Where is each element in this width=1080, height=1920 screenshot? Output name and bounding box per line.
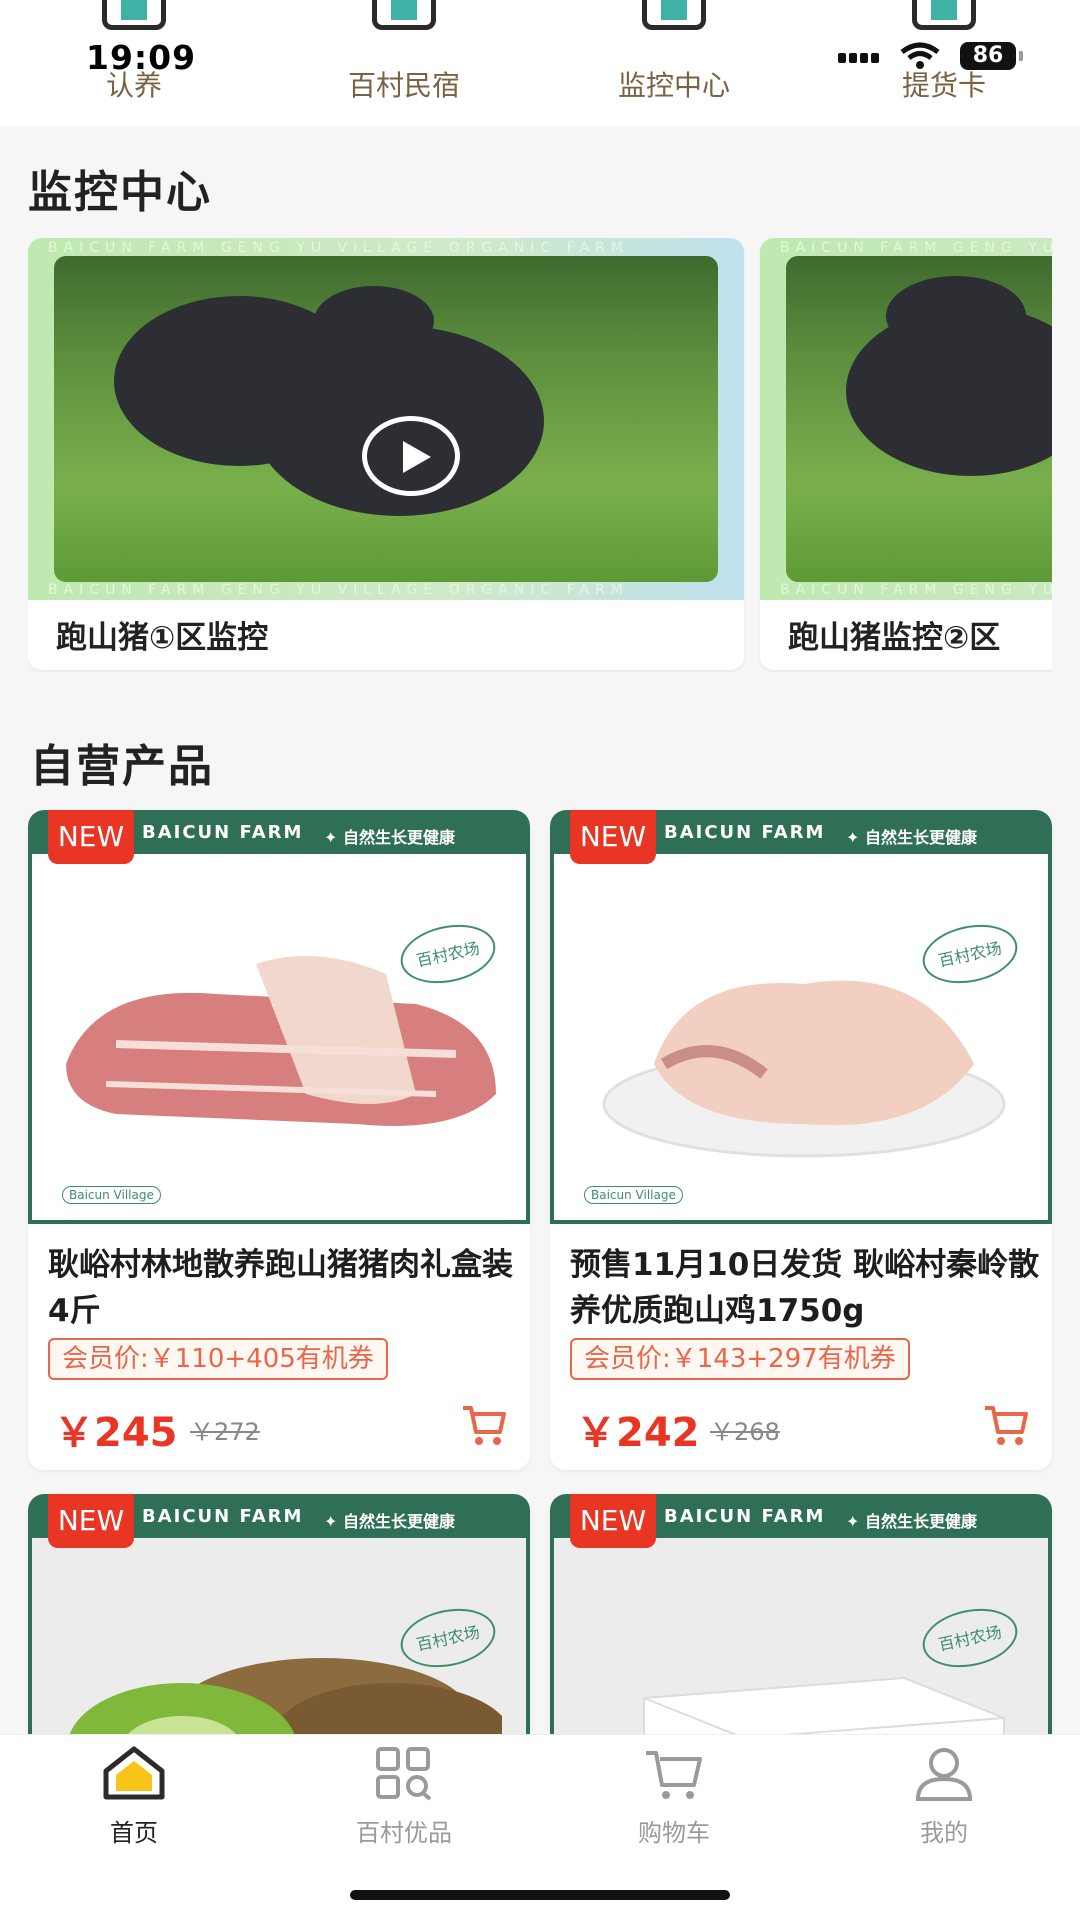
tab-label: 我的 [920, 1819, 968, 1847]
monitor-card[interactable]: BAICUN FARM GENG YU VILLAGE ORGANIC FARM… [760, 238, 1052, 670]
battery-indicator: 86 [960, 42, 1023, 70]
tab-label: 购物车 [638, 1819, 710, 1847]
tab-cart[interactable]: 购物车 [574, 1735, 774, 1855]
tab-label: 百村优品 [356, 1819, 452, 1847]
add-to-cart-icon[interactable] [460, 1402, 508, 1448]
monitor-video-frame: BAICUN FARM GENG YU VILLAGE ORGANIC FARM… [760, 238, 1052, 600]
frame-text: BAICUN FARM GENG YU VILLAGE ORGANIC FARM [780, 582, 1052, 598]
product-price: ￥245 [54, 1410, 178, 1456]
tab-home[interactable]: 首页 [34, 1735, 234, 1855]
frame-text: BAICUN FARM GENG YU VILLAGE ORGANIC FARM [780, 240, 1052, 256]
product-photo: 百村农场 Baicun Village [32, 854, 526, 1220]
monitor-card[interactable]: BAICUN FARM GENG YU VILLAGE ORGANIC FARM… [28, 238, 744, 670]
original-price: ￥268 [710, 1418, 780, 1446]
cart-icon [646, 1751, 702, 1799]
camera-icon [642, 0, 706, 30]
add-to-cart-icon[interactable] [982, 1402, 1030, 1448]
member-price-tag: 会员价:￥110+405有机券 [48, 1338, 388, 1380]
brand-slogan: ✦ 自然生长更健康 [846, 828, 977, 847]
monitor-carousel[interactable]: BAICUN FARM GENG YU VILLAGE ORGANIC FARM… [28, 238, 1052, 672]
frame-text: BAICUN FARM GENG YU VILLAGE ORGANIC FARM [48, 582, 629, 598]
pork-illustration [66, 956, 496, 1126]
monitor-video-thumbnail[interactable] [54, 256, 718, 582]
brand-label: BAICUN FARM [664, 1506, 826, 1527]
product-image[interactable]: BAICUN FARM ✦ 自然生长更健康 百村农场 Baicun Villag… [550, 810, 1052, 1224]
new-badge: NEW [48, 810, 134, 864]
frame-text: BAICUN FARM GENG YU VILLAGE ORGANIC FARM [48, 240, 629, 256]
house-icon [372, 0, 436, 30]
pig-shape [886, 276, 1026, 356]
monitor-card-title: 跑山猪监控②区 [788, 620, 1001, 656]
monitor-video-thumbnail[interactable] [786, 256, 1052, 582]
monitor-video-frame: BAICUN FARM GENG YU VILLAGE ORGANIC FARM… [28, 238, 744, 600]
product-card[interactable]: BAICUN FARM ✦ 自然生长更健康 百村农场 Baicun Villag… [550, 810, 1052, 1470]
wifi-icon [900, 42, 940, 69]
products-heading: 自营产品 [30, 741, 214, 792]
new-badge: NEW [48, 1494, 134, 1548]
product-image[interactable]: BAICUN FARM ✦ 自然生长更健康 百村农场 Baicun Villag… [28, 810, 530, 1224]
monitor-card-title: 跑山猪①区监控 [56, 620, 269, 656]
new-badge: NEW [570, 810, 656, 864]
member-price-tag: 会员价:￥143+297有机券 [570, 1338, 910, 1380]
status-time: 19:09 [86, 38, 197, 77]
product-card[interactable]: BAICUN FARM ✦ 自然生长更健康 百村农场 NEW [28, 1494, 530, 1754]
chicken-illustration [602, 980, 1006, 1158]
product-image[interactable]: BAICUN FARM ✦ 自然生长更健康 百村农场 NEW [28, 1494, 530, 1754]
product-photo: 百村农场 Baicun Village [554, 854, 1048, 1220]
product-card[interactable]: BAICUN FARM ✦ 自然生长更健康 百村农场 NEW [550, 1494, 1052, 1754]
home-indicator [350, 1890, 730, 1900]
monitor-heading: 监控中心 [28, 167, 212, 218]
brand-slogan: ✦ 自然生长更健康 [324, 828, 455, 847]
brand-slogan: ✦ 自然生长更健康 [846, 1512, 977, 1531]
village-label: Baicun Village [62, 1186, 161, 1204]
product-card[interactable]: BAICUN FARM ✦ 自然生长更健康 百村农场 Baicun Villag… [28, 810, 530, 1470]
signal-icon [838, 48, 882, 67]
product-photo: 百村农场 [32, 1538, 526, 1754]
brand-label: BAICUN FARM [664, 822, 826, 843]
village-label: Baicun Village [584, 1186, 683, 1204]
original-price: ￥272 [190, 1418, 260, 1446]
product-image[interactable]: BAICUN FARM ✦ 自然生长更健康 百村农场 NEW [550, 1494, 1052, 1754]
tab-profile[interactable]: 我的 [844, 1735, 1044, 1855]
product-name: 预售11月10日发货 耿峪村秦岭散养优质跑山鸡1750g [570, 1247, 1040, 1329]
tab-label: 首页 [110, 1819, 158, 1847]
home-icon [103, 1746, 165, 1800]
grid-search-icon [376, 1747, 432, 1801]
play-icon[interactable] [362, 416, 460, 496]
brand-slogan: ✦ 自然生长更健康 [324, 1512, 455, 1531]
brand-label: BAICUN FARM [142, 822, 304, 843]
product-name: 耿峪村林地散养跑山猪猪肉礼盒装4斤 [48, 1247, 513, 1329]
status-bar: 19:09 86 [0, 38, 1080, 78]
pig-shape [314, 286, 434, 356]
new-badge: NEW [570, 1494, 656, 1548]
user-icon [915, 1748, 973, 1801]
product-price: ￥242 [576, 1410, 700, 1456]
card-icon [912, 0, 976, 30]
adopt-icon [102, 0, 166, 30]
product-photo: 百村农场 [554, 1538, 1048, 1754]
tab-products[interactable]: 百村优品 [304, 1735, 504, 1855]
brand-label: BAICUN FARM [142, 1506, 304, 1527]
top-bar: 认养 百村民宿 监控中心 提货卡 19:09 86 [0, 0, 1080, 126]
